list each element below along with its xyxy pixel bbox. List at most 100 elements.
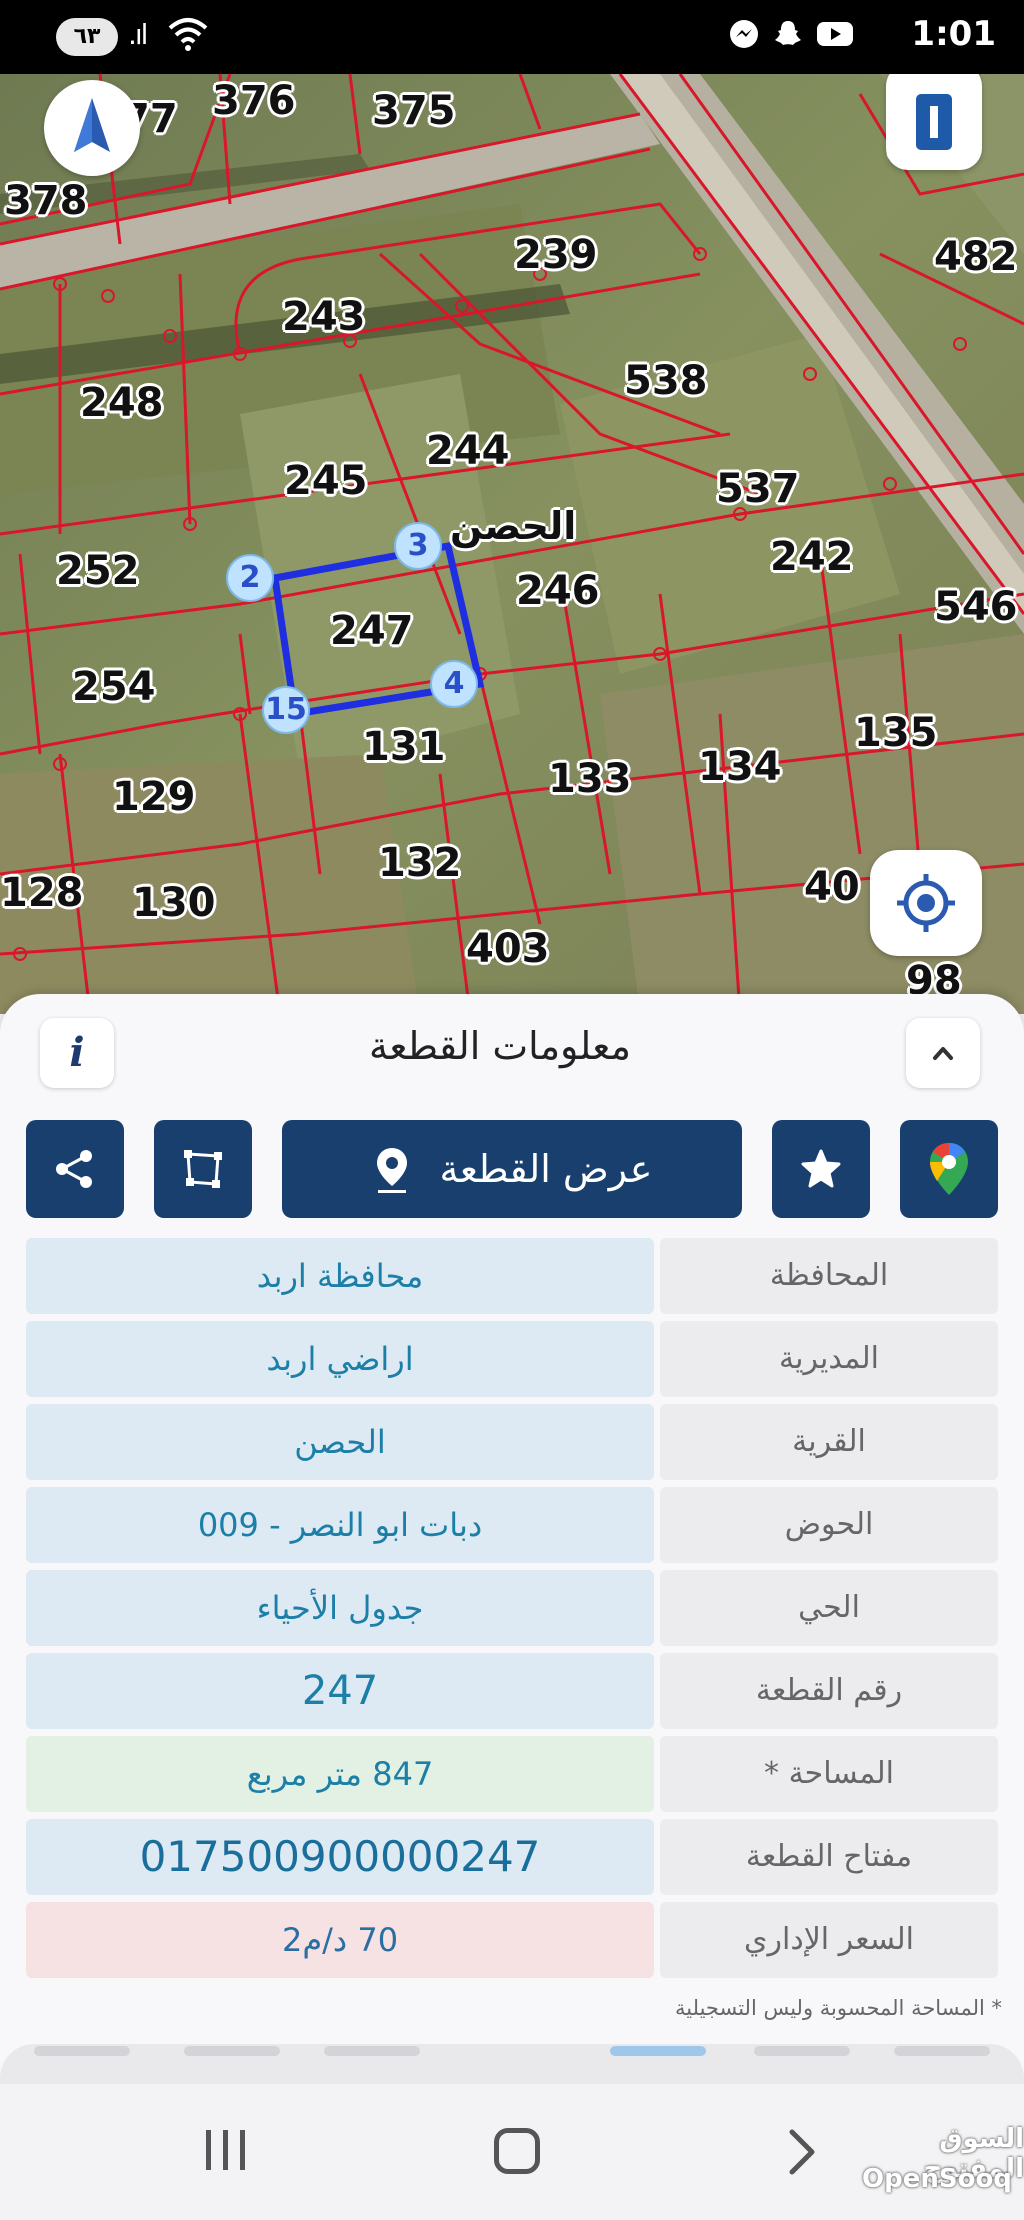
corner-point[interactable]: 2	[226, 554, 274, 602]
location-pin-icon	[376, 1148, 407, 1193]
parcel-label[interactable]: 133	[548, 756, 632, 802]
table-row: اراضي اربد المديرية	[26, 1321, 998, 1397]
info-button[interactable]: i	[40, 1018, 114, 1088]
messenger-icon	[730, 20, 758, 48]
sheet-header: i معلومات القطعة	[0, 994, 1024, 1114]
dock-tab[interactable]	[324, 2046, 420, 2056]
table-row: 847 متر مربع المساحة *	[26, 1736, 998, 1812]
governorate-label: المحافظة	[660, 1238, 998, 1314]
system-nav-bar: السوق المفتوح OpenSooq	[0, 2084, 1024, 2220]
village-label: القرية	[660, 1404, 998, 1480]
parcel-label[interactable]: 252	[56, 548, 140, 594]
admin-price-label: السعر الإداري	[660, 1902, 998, 1978]
parcel-label[interactable]: 376	[212, 78, 296, 124]
area-footnote: * المساحة المحسوبة وليس التسجيلية	[675, 1996, 1002, 2020]
youtube-icon	[817, 22, 853, 46]
admin-price-value: 70 د/م2	[26, 1902, 654, 1978]
area-label: المساحة *	[660, 1736, 998, 1812]
table-row: دبات ابو النصر - 009 الحوض	[26, 1487, 998, 1563]
parcel-details-table: محافظة اربد المحافظة اراضي اربد المديرية…	[26, 1238, 998, 1985]
parcel-label[interactable]: 134	[698, 744, 782, 790]
parcel-label[interactable]: 546	[934, 584, 1018, 630]
parcel-label[interactable]: 254	[72, 664, 156, 710]
action-bar: عرض القطعة	[0, 1120, 1024, 1220]
battery-indicator: ٦٣	[56, 18, 118, 56]
parcel-label[interactable]: 135	[854, 710, 938, 756]
parcel-label[interactable]: 40	[804, 864, 860, 910]
parcel-label[interactable]: 128	[0, 870, 84, 916]
village-value: الحصن	[26, 1404, 654, 1480]
parcel-label[interactable]: 239	[514, 232, 598, 278]
polygon-button[interactable]	[154, 1120, 252, 1218]
dock-tab[interactable]	[34, 2046, 130, 2056]
dock-tab-active[interactable]	[610, 2046, 706, 2056]
dock-tab[interactable]	[754, 2046, 850, 2056]
share-button[interactable]	[26, 1120, 124, 1218]
star-icon	[801, 1149, 841, 1188]
show-parcel-button[interactable]: عرض القطعة	[282, 1120, 742, 1218]
parcel-label[interactable]: 248	[80, 380, 164, 426]
basin-label: الحوض	[660, 1487, 998, 1563]
snapchat-icon	[775, 21, 801, 45]
directorate-label: المديرية	[660, 1321, 998, 1397]
corner-point[interactable]: 15	[262, 686, 310, 734]
layers-button[interactable]	[886, 74, 982, 170]
parcel-label[interactable]: 129	[112, 774, 196, 820]
clock: 1:01	[911, 14, 996, 54]
parcel-label[interactable]: 131	[362, 724, 446, 770]
home-button[interactable]	[494, 2128, 540, 2174]
parcel-label[interactable]: 482	[934, 234, 1018, 280]
basin-value: دبات ابو النصر - 009	[26, 1487, 654, 1563]
favorite-button[interactable]	[772, 1120, 870, 1218]
table-row: 247 رقم القطعة	[26, 1653, 998, 1729]
watermark-english: OpenSooq	[862, 2164, 1012, 2194]
parcel-label[interactable]: 244	[426, 428, 510, 474]
parcel-label[interactable]: 375	[372, 88, 456, 134]
north-arrow-icon	[74, 98, 110, 152]
table-row: 70 د/م2 السعر الإداري	[26, 1902, 998, 1978]
polygon-icon	[184, 1150, 222, 1188]
area-value: 847 متر مربع	[26, 1736, 654, 1812]
governorate-value: محافظة اربد	[26, 1238, 654, 1314]
neighborhood-value: جدول الأحياء	[26, 1570, 654, 1646]
parcel-key-label: مفتاح القطعة	[660, 1819, 998, 1895]
parcel-label[interactable]: 378	[4, 178, 88, 224]
recents-icon	[206, 2130, 211, 2170]
table-row: محافظة اربد المحافظة	[26, 1238, 998, 1314]
table-row: الحصن القرية	[26, 1404, 998, 1480]
dock-tab[interactable]	[894, 2046, 990, 2056]
parcel-label[interactable]: 243	[282, 294, 366, 340]
back-button[interactable]	[782, 2124, 822, 2180]
parcel-label[interactable]: 242	[770, 534, 854, 580]
cadastral-map[interactable]: 77 376 375 378 239 243 538 248 244 245 5…	[0, 74, 1024, 1014]
parcel-label[interactable]: 538	[624, 358, 708, 404]
chevron-up-icon	[933, 1047, 953, 1060]
my-location-button[interactable]	[870, 850, 982, 956]
parcel-label[interactable]: 132	[378, 840, 462, 886]
collapse-button[interactable]	[906, 1018, 980, 1088]
parcel-number-label: رقم القطعة	[660, 1653, 998, 1729]
corner-point[interactable]: 3	[394, 522, 442, 570]
parcel-label[interactable]: 130	[132, 880, 216, 926]
crosshair-icon	[897, 874, 955, 932]
recents-button[interactable]	[206, 2130, 245, 2170]
parcel-key-value: 017500900000247	[26, 1819, 654, 1895]
neighborhood-label: الحي	[660, 1570, 998, 1646]
parcel-label[interactable]: 403	[466, 926, 550, 972]
table-row: 017500900000247 مفتاح القطعة	[26, 1819, 998, 1895]
dock-tab[interactable]	[184, 2046, 280, 2056]
corner-point[interactable]: 4	[430, 660, 478, 708]
bottom-tab-dock	[0, 2044, 1024, 2084]
parcel-number-value: 247	[26, 1653, 654, 1729]
parcel-label[interactable]: 537	[716, 466, 800, 512]
parcel-label[interactable]: 245	[284, 458, 368, 504]
show-parcel-label: عرض القطعة	[439, 1147, 653, 1191]
parcel-label-selected[interactable]: 247	[330, 608, 414, 654]
directorate-value: اراضي اربد	[26, 1321, 654, 1397]
parcel-label[interactable]: 246	[516, 568, 600, 614]
google-maps-icon	[930, 1143, 968, 1195]
layers-icon	[916, 94, 952, 150]
compass-button[interactable]	[44, 80, 140, 176]
share-icon	[56, 1150, 92, 1188]
google-maps-button[interactable]	[900, 1120, 998, 1218]
